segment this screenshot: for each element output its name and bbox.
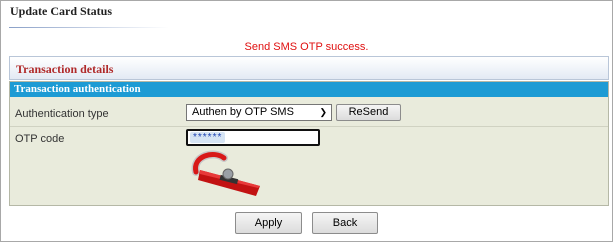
status-message: Send SMS OTP success.: [244, 41, 369, 53]
row-divider: [10, 126, 608, 127]
resend-button[interactable]: ReSend: [336, 104, 401, 121]
authentication-type-value: Authen by OTP SMS: [192, 106, 294, 118]
title-underline: [9, 27, 169, 28]
transaction-details-title: Transaction details: [16, 62, 114, 76]
page-title: Update Card Status: [10, 4, 113, 18]
authentication-type-label: Authentication type: [15, 108, 109, 120]
authentication-type-select[interactable]: Authen by OTP SMS ❯: [186, 104, 332, 121]
authentication-panel: Transaction authentication Authenticatio…: [9, 81, 609, 206]
authentication-section-title: Transaction authentication: [14, 83, 141, 95]
otp-code-value: ******: [190, 132, 226, 143]
otp-token-device-icon: [191, 150, 260, 196]
otp-code-label: OTP code: [15, 133, 65, 145]
chevron-down-icon: ❯: [319, 107, 327, 117]
apply-button[interactable]: Apply: [235, 212, 302, 234]
otp-code-input[interactable]: ******: [186, 129, 320, 146]
transaction-details-header: Transaction details: [9, 56, 609, 80]
back-button[interactable]: Back: [312, 212, 378, 234]
authentication-section-header: Transaction authentication: [10, 82, 608, 97]
